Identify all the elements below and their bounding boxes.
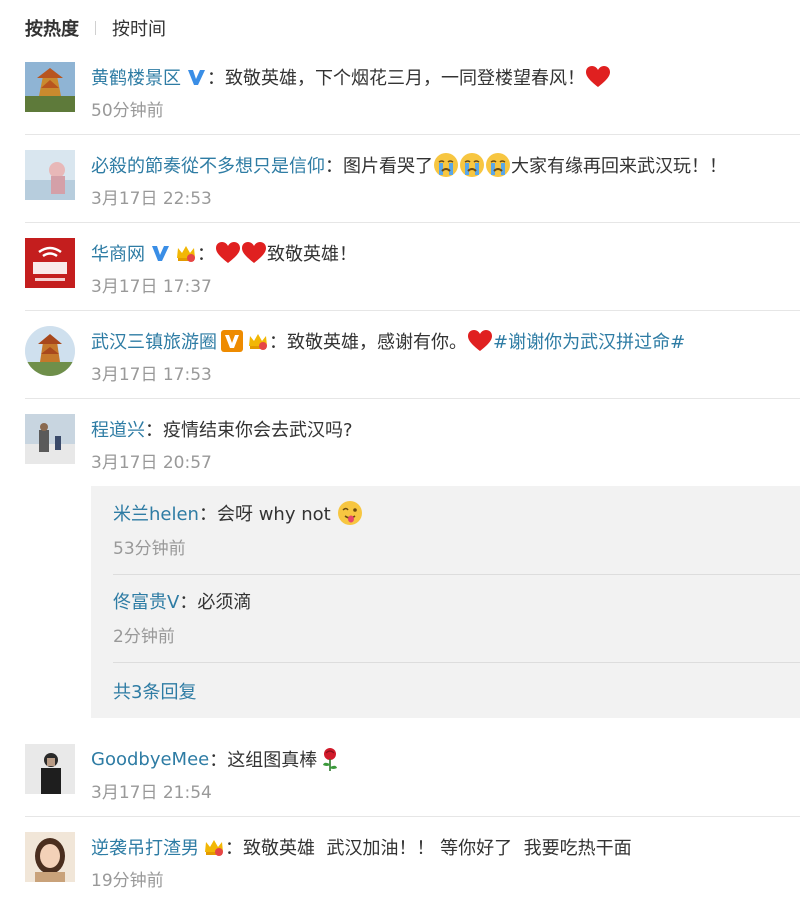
colon: ： bbox=[269, 332, 287, 353]
comment-text: 致敬英雄，下个烟花三月，一同登楼望春风！ bbox=[225, 68, 585, 89]
reply-thread: 米兰helen ： 会呀 why not 53分钟前 佟富贵V ： 必须滴 2分… bbox=[91, 486, 800, 718]
divider bbox=[25, 222, 800, 223]
username[interactable]: 黄鹤楼景区 bbox=[91, 64, 181, 90]
view-all-replies-link[interactable]: 共3条回复 bbox=[113, 678, 196, 704]
divider bbox=[25, 816, 800, 817]
comment-text: 致敬英雄 武汉加油！！ 等你好了 我要吃热干面 bbox=[243, 838, 632, 859]
reply-text: 会呀 why not bbox=[216, 504, 331, 525]
reply-time: 53分钟前 bbox=[113, 539, 186, 559]
divider bbox=[25, 134, 800, 135]
crown-badge-icon bbox=[177, 246, 195, 262]
comment-line: 华商网 ： 致敬英雄！ bbox=[91, 238, 357, 268]
username[interactable]: 必殺的節奏從不多想只是信仰 bbox=[91, 152, 325, 178]
verified-v-icon bbox=[152, 246, 169, 261]
comment-line: 黄鹤楼景区 ： 致敬英雄，下个烟花三月，一同登楼望春风！ bbox=[91, 62, 611, 92]
reply-divider bbox=[113, 574, 800, 575]
colon: ： bbox=[325, 156, 343, 177]
red-heart-icon bbox=[216, 242, 240, 263]
crying-face-icon bbox=[460, 153, 484, 177]
avatar[interactable] bbox=[25, 414, 75, 464]
crying-face-icon bbox=[486, 153, 510, 177]
colon: ： bbox=[225, 838, 243, 859]
reply-divider bbox=[113, 662, 800, 663]
topic-link[interactable]: #谢谢你为武汉拼过命# bbox=[493, 328, 685, 354]
username[interactable]: 逆袭吊打渣男 bbox=[91, 834, 199, 860]
avatar[interactable] bbox=[25, 326, 75, 376]
avatar[interactable] bbox=[25, 238, 75, 288]
comment-line: 逆袭吊打渣男 ： 致敬英雄 武汉加油！！ 等你好了 我要吃热干面 bbox=[91, 832, 632, 862]
comment-text: 图片看哭了 bbox=[343, 156, 433, 177]
username[interactable]: 武汉三镇旅游圈 bbox=[91, 328, 217, 354]
crying-face-icon bbox=[434, 153, 458, 177]
username[interactable]: 程道兴 bbox=[91, 416, 145, 442]
username[interactable]: 米兰helen bbox=[113, 500, 199, 526]
divider bbox=[25, 310, 800, 311]
reply-text: 必须滴 bbox=[197, 592, 252, 613]
comment-time: 50分钟前 bbox=[91, 101, 164, 121]
colon: ： bbox=[179, 592, 198, 613]
comment-time: 3月17日 21:54 bbox=[91, 783, 212, 803]
username[interactable]: 佟富贵V bbox=[113, 588, 179, 614]
reply-line: 佟富贵V ： 必须滴 bbox=[113, 586, 793, 616]
red-heart-icon bbox=[468, 330, 492, 351]
comment-line: 武汉三镇旅游圈 ： 致敬英雄，感谢有你。 #谢谢你为武汉拼过命# bbox=[91, 326, 685, 356]
colon: ： bbox=[197, 244, 215, 265]
divider bbox=[25, 398, 800, 399]
comment-time: 3月17日 22:53 bbox=[91, 189, 212, 209]
comment-text: 疫情结束你会去武汉吗? bbox=[163, 420, 353, 441]
red-heart-icon bbox=[586, 66, 610, 87]
avatar[interactable] bbox=[25, 150, 75, 200]
colon: ： bbox=[145, 420, 163, 441]
comment-line: 必殺的節奏從不多想只是信仰 ： 图片看哭了 大家有缘再回来武汉玩！！ bbox=[91, 150, 727, 180]
avatar[interactable] bbox=[25, 744, 75, 794]
avatar[interactable] bbox=[25, 832, 75, 882]
colon: ： bbox=[207, 68, 225, 89]
colon: ： bbox=[198, 504, 217, 525]
verified-v-icon bbox=[221, 330, 243, 352]
reply-line: 米兰helen ： 会呀 why not bbox=[113, 498, 793, 528]
red-heart-icon bbox=[242, 242, 266, 263]
avatar[interactable] bbox=[25, 62, 75, 112]
sort-tabs: 按热度 按时间 bbox=[25, 15, 166, 41]
crown-badge-icon bbox=[249, 334, 267, 350]
crown-badge-icon bbox=[205, 840, 223, 856]
reply-item: 佟富贵V ： 必须滴 2分钟前 bbox=[113, 586, 793, 647]
tongue-wink-face-icon bbox=[337, 501, 362, 525]
comment-text: 致敬英雄！ bbox=[267, 244, 357, 265]
tab-sort-by-hot[interactable]: 按热度 bbox=[25, 15, 79, 41]
comment-time: 3月17日 17:37 bbox=[91, 277, 212, 297]
tab-sort-by-time[interactable]: 按时间 bbox=[112, 15, 166, 41]
reply-time: 2分钟前 bbox=[113, 627, 175, 647]
comment-line: 程道兴 ： 疫情结束你会去武汉吗? bbox=[91, 414, 353, 444]
comment-line: GoodbyeMee ： 这组图真棒 bbox=[91, 744, 343, 774]
comment-time: 3月17日 20:57 bbox=[91, 453, 212, 473]
tab-divider bbox=[95, 21, 96, 35]
comment-text: 这组图真棒 bbox=[227, 750, 318, 771]
username[interactable]: 华商网 bbox=[91, 240, 145, 266]
reply-item: 米兰helen ： 会呀 why not 53分钟前 bbox=[113, 498, 793, 559]
colon: ： bbox=[209, 750, 228, 771]
username[interactable]: GoodbyeMee bbox=[91, 749, 209, 770]
comment-text: 致敬英雄，感谢有你。 bbox=[287, 332, 467, 353]
rose-icon bbox=[323, 748, 338, 771]
comment-text-continued: 大家有缘再回来武汉玩！！ bbox=[511, 156, 727, 177]
comment-time: 3月17日 17:53 bbox=[91, 365, 212, 385]
comment-time: 19分钟前 bbox=[91, 871, 164, 891]
verified-v-icon bbox=[188, 70, 205, 85]
